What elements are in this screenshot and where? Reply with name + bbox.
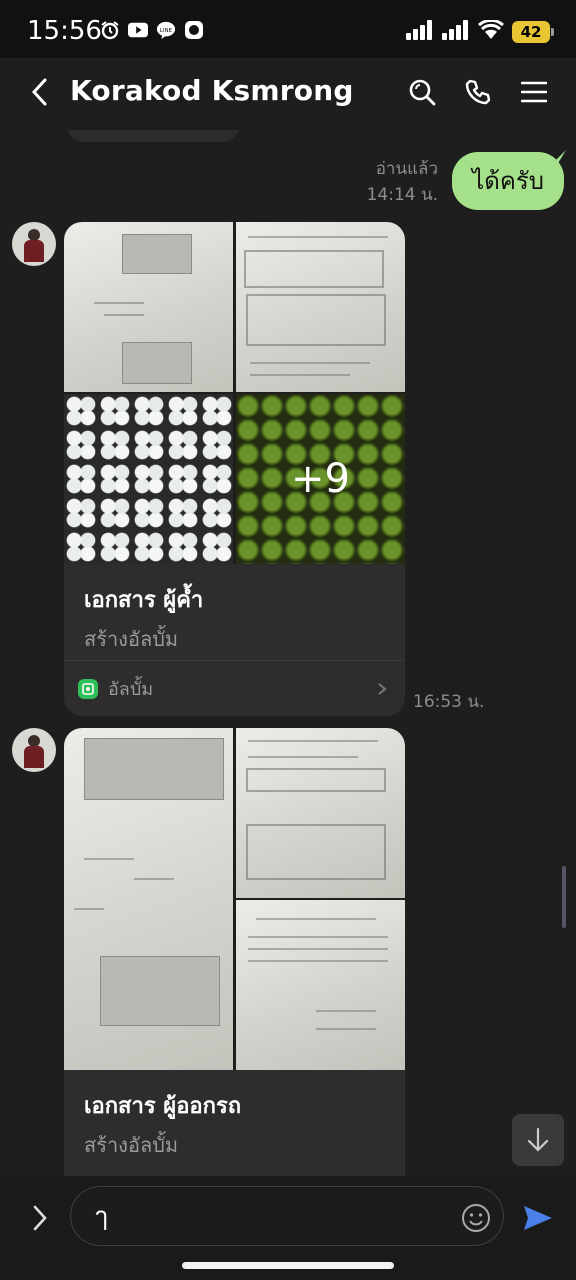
read-status: อ่านแล้ว — [375, 159, 438, 179]
line-icon: LINE — [156, 20, 176, 40]
back-button[interactable] — [22, 74, 58, 110]
send-button[interactable] — [520, 1200, 556, 1236]
album-photo[interactable] — [64, 394, 233, 564]
album-photo-grid — [64, 728, 405, 1070]
sent-message-meta: อ่านแล้ว 14:14 น. — [367, 156, 438, 208]
emoji-icon — [462, 1204, 490, 1232]
previous-message-bubble — [66, 130, 240, 142]
sent-message-bubble[interactable]: ได้ครับ — [452, 152, 564, 210]
message-time: 16:53 น. — [413, 692, 485, 712]
chat-area[interactable]: อ่านแล้ว 14:14 น. ได้ครับ +9 เอกสาร ผู้ค… — [0, 130, 576, 1176]
search-button[interactable] — [402, 72, 442, 112]
album-photo[interactable]: +9 — [236, 394, 405, 564]
album-photo[interactable] — [236, 728, 405, 898]
expand-button[interactable] — [22, 1200, 58, 1236]
message-time: 14:14 น. — [366, 185, 438, 205]
album-subtitle: สร้างอัลบั้ม — [84, 1133, 179, 1157]
home-indicator — [182, 1262, 394, 1269]
album-card[interactable]: +9 เอกสาร ผู้ค้ำ สร้างอัลบั้ม อัลบั้ม — [64, 222, 405, 716]
album-title: เอกสาร ผู้ออกรถ — [84, 1094, 242, 1119]
chat-title: Korakod Ksmrong — [70, 74, 354, 107]
album-app-icon — [78, 678, 98, 699]
search-icon — [409, 79, 436, 106]
call-button[interactable] — [458, 72, 498, 112]
album-photo[interactable] — [236, 222, 405, 392]
notification-icons: LINE — [100, 20, 204, 40]
album-title: เอกสาร ผู้ค้ำ — [84, 588, 204, 613]
album-photo[interactable] — [64, 728, 233, 1070]
album-card[interactable]: เอกสาร ผู้ออกรถ สร้างอัลบั้ม — [64, 728, 405, 1176]
message-input[interactable] — [70, 1186, 504, 1246]
more-photos-count: +9 — [236, 394, 405, 564]
phone-icon — [465, 79, 491, 105]
youtube-icon — [128, 20, 148, 40]
status-time: 15:56 — [27, 16, 102, 46]
album-footer-label: อัลบั้ม — [108, 679, 154, 700]
system-icons: 42 — [406, 18, 554, 44]
emoji-button[interactable] — [460, 1202, 492, 1234]
menu-icon — [521, 81, 547, 103]
scroll-to-bottom-button[interactable] — [512, 1114, 564, 1166]
input-bar — [0, 1176, 576, 1280]
arrow-down-icon — [527, 1127, 549, 1152]
album-subtitle: สร้างอัลบั้ม — [84, 627, 179, 651]
avatar[interactable] — [12, 222, 56, 266]
chevron-right-icon — [373, 680, 391, 698]
album-photo[interactable] — [236, 900, 405, 1070]
avatar[interactable] — [12, 728, 56, 772]
send-icon — [524, 1206, 552, 1230]
menu-button[interactable] — [514, 72, 554, 112]
status-bar: 15:56 LINE 42 — [0, 0, 576, 58]
svg-text:LINE: LINE — [160, 28, 173, 34]
battery-icon: 42 — [512, 21, 554, 43]
wifi-icon — [478, 18, 504, 44]
chat-header: Korakod Ksmrong — [0, 58, 576, 130]
album-photo[interactable] — [64, 222, 233, 392]
back-icon — [31, 78, 47, 106]
scrollbar[interactable] — [562, 866, 566, 928]
album-photo-grid: +9 — [64, 222, 405, 564]
signal-icon — [442, 20, 470, 44]
alarm-icon — [100, 20, 120, 40]
app-icon — [184, 20, 204, 40]
signal-icon — [406, 20, 434, 44]
album-footer[interactable]: อัลบั้ม — [64, 660, 405, 716]
expand-icon — [33, 1205, 47, 1231]
